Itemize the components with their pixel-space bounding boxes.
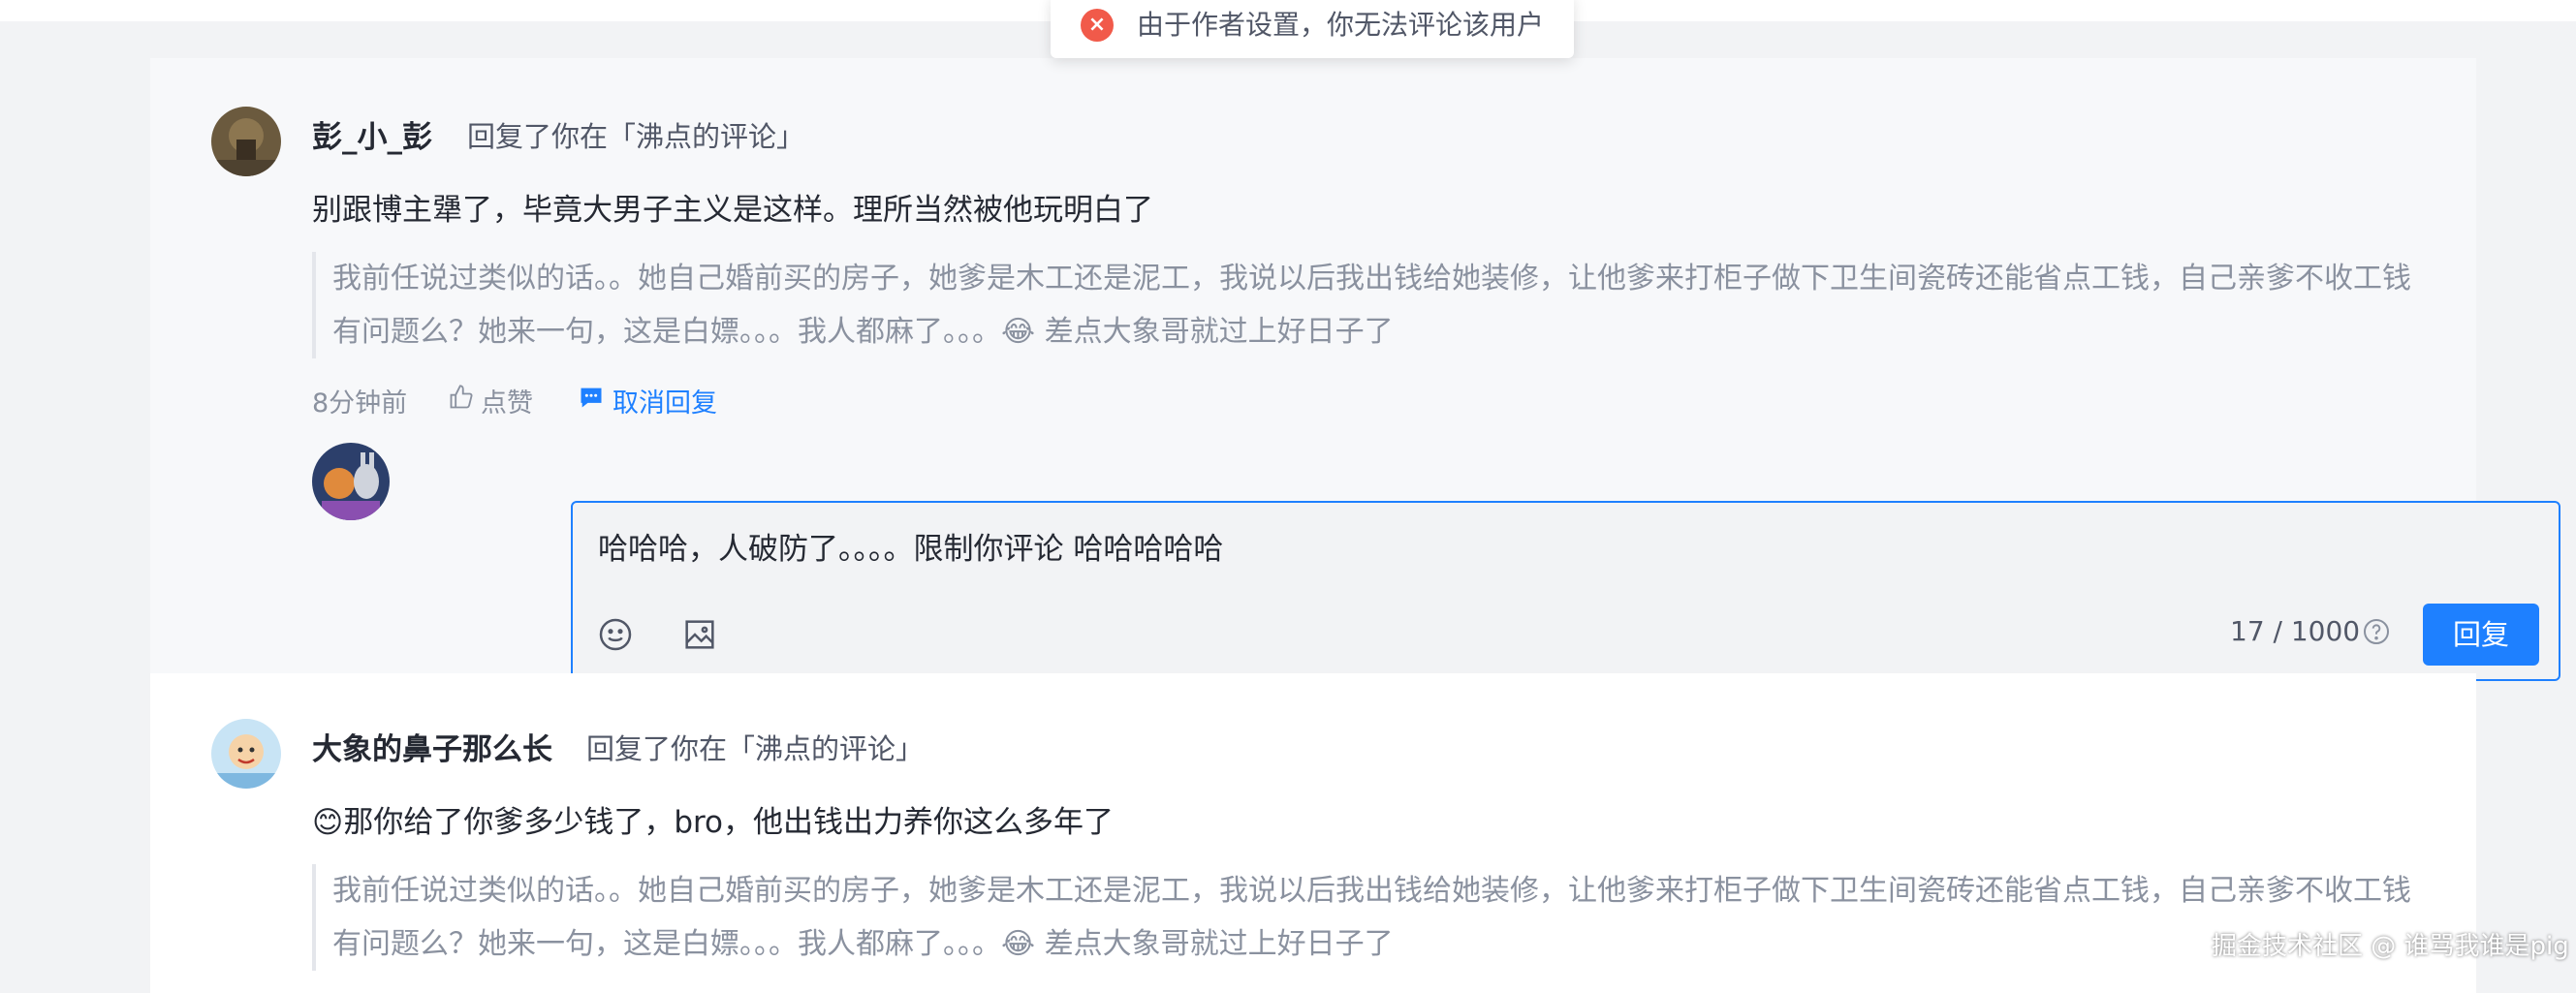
comment-card-active: 彭_小_彭 回复了你在「沸点的评论」 别跟博主犟了，毕竟大男子主义是这样。理所当…	[150, 58, 2560, 681]
error-toast: × 由于作者设置，你无法评论该用户	[1051, 0, 1574, 58]
toast-message: 由于作者设置，你无法评论该用户	[1137, 9, 1545, 41]
comment-username[interactable]: 大象的鼻子那么长	[312, 725, 552, 768]
comment-time: 8分钟前	[312, 382, 407, 419]
emoji-icon[interactable]	[596, 615, 635, 658]
help-icon[interactable]	[2361, 616, 2392, 651]
avatar[interactable]	[211, 107, 281, 176]
watermark: 掘金技术社区 @ 谁骂我谁是pig	[2212, 932, 2569, 961]
comment-quote: 我前任说过类似的话。。她自己婚前买的房子，她爹是木工还是泥工，我说以后我出钱给她…	[312, 252, 2426, 358]
reply-editor[interactable]: 哈哈哈，人破防了。。。。限制你评论 哈哈哈哈哈 17 / 1000 回复	[571, 501, 2560, 681]
time-label: 8分钟前	[312, 388, 408, 419]
reply-input[interactable]: 哈哈哈，人破防了。。。。限制你评论 哈哈哈哈哈	[598, 524, 1223, 568]
comment-action: 回复了你在「沸点的评论」	[586, 732, 925, 765]
cancel-reply-label: 取消回复	[613, 388, 717, 419]
char-count: 17 / 1000	[2230, 615, 2361, 647]
submit-reply-button[interactable]: 回复	[2423, 604, 2539, 666]
cancel-reply-button[interactable]: 取消回复	[578, 382, 717, 419]
comment-username[interactable]: 彭_小_彭	[312, 112, 432, 156]
comment-action: 回复了你在「沸点的评论」	[467, 120, 805, 153]
comment-content: 别跟博主犟了，毕竟大男子主义是这样。理所当然被他玩明白了	[312, 193, 1153, 228]
comment-quote: 我前任说过类似的话。。她自己婚前买的房子，她爹是木工还是泥工，我说以后我出钱给她…	[312, 864, 2426, 971]
comment-content: 😊那你给了你爹多少钱了，bro，他出钱出力养你这么多年了	[312, 805, 1115, 840]
thumbs-up-icon	[448, 384, 475, 418]
comment-bubble-icon	[578, 384, 605, 418]
comment-card: 大象的鼻子那么长 回复了你在「沸点的评论」 😊那你给了你爹多少钱了，bro，他出…	[150, 673, 2476, 993]
like-button[interactable]: 点赞	[448, 382, 533, 419]
current-user-avatar	[312, 443, 390, 520]
avatar[interactable]	[211, 719, 281, 789]
like-label: 点赞	[481, 388, 533, 419]
image-icon[interactable]	[680, 615, 719, 658]
close-circle-icon: ×	[1081, 9, 1114, 42]
